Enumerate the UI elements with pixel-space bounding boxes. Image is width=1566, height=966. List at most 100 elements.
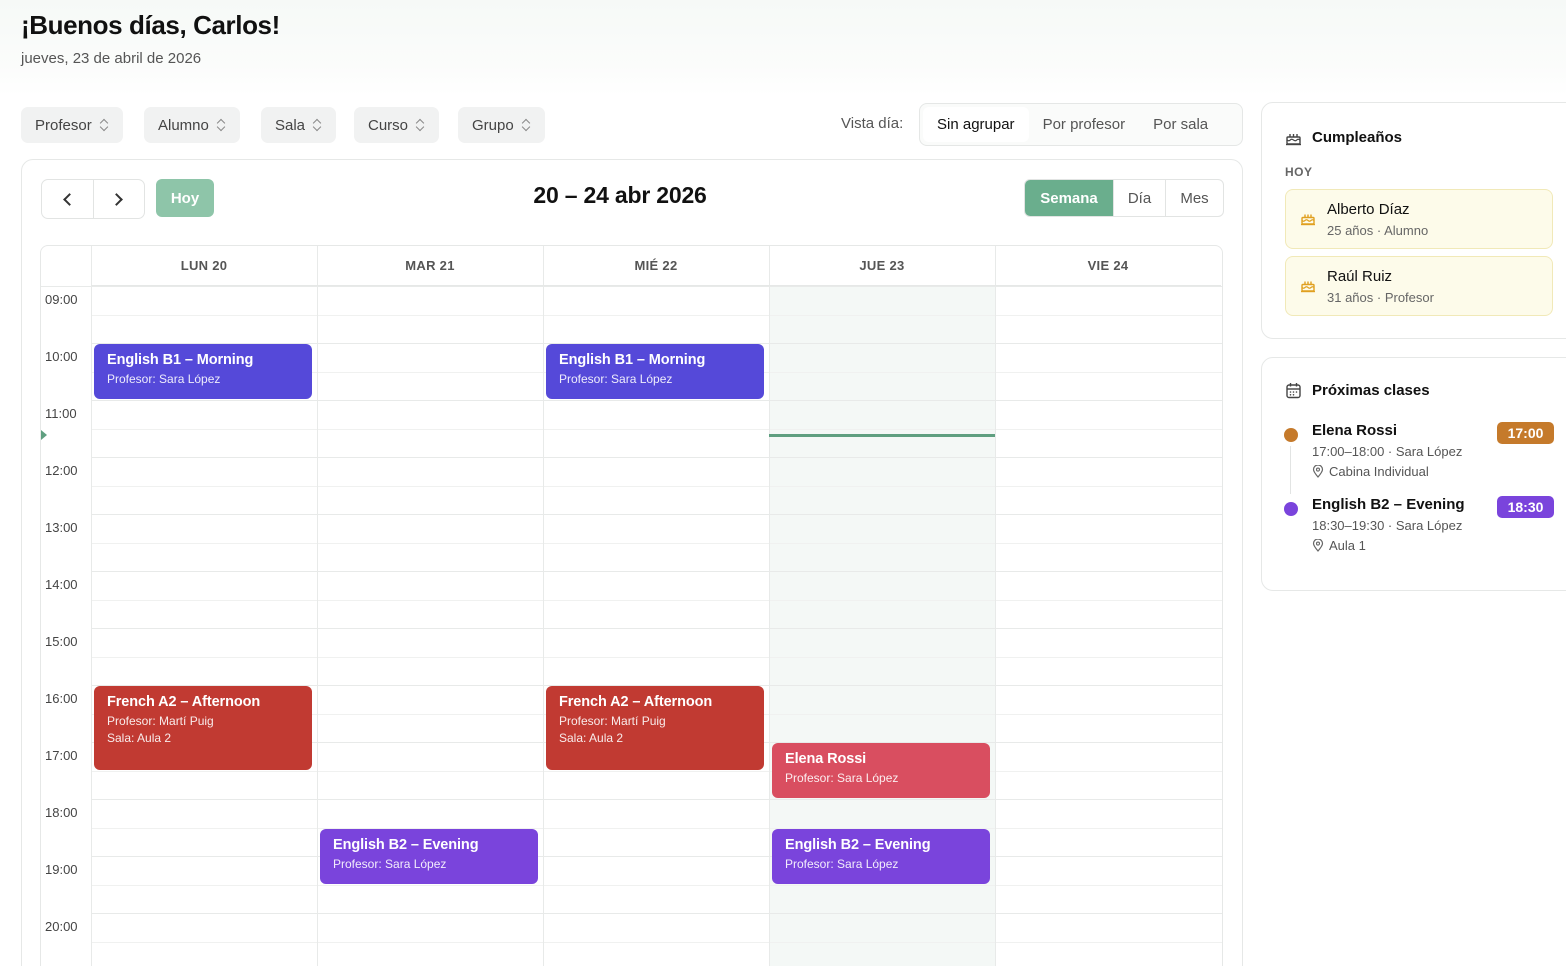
- cake-icon: [1301, 281, 1315, 293]
- current-date: jueves, 23 de abril de 2026: [21, 50, 202, 67]
- timeline-connector: [1290, 446, 1291, 494]
- filter-label: Profesor: [35, 116, 92, 134]
- upcoming-title: Próximas clases: [1312, 382, 1430, 399]
- event-detail: Profesor: Sara López: [785, 771, 899, 785]
- header-divider: [41, 286, 1222, 287]
- filter-label: Grupo: [472, 116, 514, 134]
- class-color-dot: [1284, 428, 1298, 442]
- time-label: 11:00: [45, 406, 77, 421]
- chevron-right-icon: [110, 192, 124, 206]
- calendar-event[interactable]: French A2 – Afternoon Profesor: Martí Pui…: [546, 686, 764, 770]
- cake-icon: [1286, 134, 1301, 146]
- mode-mes[interactable]: Mes: [1165, 180, 1223, 216]
- half-hour-line: [91, 770, 1222, 772]
- view-day-selector: Sin agrupar Por profesor Por sala: [919, 103, 1243, 146]
- event-title: English B2 – Evening: [333, 836, 479, 853]
- page-title: ¡Buenos días, Carlos!: [21, 10, 280, 40]
- calendar-event[interactable]: Elena Rossi Profesor: Sara López: [772, 743, 990, 798]
- time-label: 10:00: [45, 349, 78, 364]
- class-name: Elena Rossi: [1312, 422, 1398, 439]
- half-hour-line: [91, 485, 1222, 487]
- class-room: Aula 1: [1312, 538, 1366, 553]
- class-room-label: Cabina Individual: [1329, 464, 1429, 479]
- filter-label: Curso: [368, 116, 409, 134]
- previous-week-button[interactable]: [42, 180, 93, 218]
- birthday-card[interactable]: Alberto Díaz 25 años · Alumno: [1285, 189, 1553, 249]
- week-grid: 09:00 10:00 11:00 12:00 13:00 14:00 15:00 16:00…: [40, 245, 1223, 966]
- event-title: French A2 – Afternoon: [559, 694, 713, 710]
- half-hour-line: [91, 827, 1222, 829]
- week-navigation: [41, 179, 145, 219]
- hour-line: [91, 571, 1222, 572]
- class-time-teacher: 17:00–18:00 · Sara López: [1312, 444, 1463, 459]
- day-header: JUE 23: [769, 246, 995, 286]
- today-tag: HOY: [1285, 165, 1313, 179]
- upcoming-class-item[interactable]: English B2 – Evening 18:30–19:30 · Sara …: [1284, 496, 1559, 556]
- time-label: 13:00: [45, 520, 78, 535]
- view-option-por-profesor[interactable]: Por profesor: [1029, 107, 1140, 142]
- mode-semana[interactable]: Semana: [1025, 180, 1113, 216]
- event-title: English B2 – Evening: [785, 836, 931, 853]
- calendar-event[interactable]: English B2 – Evening Profesor: Sara López: [320, 828, 538, 884]
- birthdays-title: Cumpleaños: [1312, 129, 1403, 146]
- birthday-meta: 25 años · Alumno: [1327, 223, 1429, 238]
- upcoming-classes-panel: Próximas clases Elena Rossi 17:00–18:00 …: [1261, 357, 1566, 591]
- class-room: Cabina Individual: [1312, 464, 1429, 479]
- time-label: 09:00: [45, 292, 78, 307]
- event-title: Elena Rossi: [785, 751, 867, 767]
- filter-alumno[interactable]: Alumno: [144, 107, 240, 143]
- birthday-meta: 31 años · Profesor: [1327, 290, 1434, 305]
- chevron-up-down-icon: [100, 118, 109, 132]
- date-range-title: 20 – 24 abr 2026: [533, 182, 707, 208]
- day-header: LUN 20: [91, 246, 317, 286]
- location-pin-icon: [1312, 539, 1324, 552]
- filter-grupo[interactable]: Grupo: [458, 107, 545, 143]
- birthday-name: Raúl Ruiz: [1327, 268, 1393, 285]
- calendar-icon: [1286, 383, 1301, 399]
- birthdays-header: Cumpleaños: [1285, 129, 1402, 146]
- class-time-badge: 18:30: [1497, 496, 1554, 518]
- filter-sala[interactable]: Sala: [261, 107, 337, 143]
- time-label: 19:00: [45, 862, 78, 877]
- hour-line: [91, 514, 1222, 515]
- view-option-por-sala[interactable]: Por sala: [1139, 107, 1222, 142]
- event-detail: Profesor: Sara López: [785, 856, 899, 871]
- upcoming-class-item[interactable]: Elena Rossi 17:00–18:00 · Sara López Cab…: [1284, 422, 1559, 494]
- class-room-label: Aula 1: [1329, 538, 1366, 553]
- hour-line: [91, 799, 1222, 800]
- today-button[interactable]: Hoy: [156, 179, 214, 217]
- calendar-event[interactable]: English B1 – Morning Profesor: Sara López: [546, 344, 764, 399]
- day-column-divider: [769, 246, 770, 966]
- filter-profesor[interactable]: Profesor: [21, 107, 123, 143]
- hour-line: [91, 856, 1222, 857]
- birthday-name: Alberto Díaz: [1327, 201, 1410, 218]
- view-option-sin-agrupar[interactable]: Sin agrupar: [923, 107, 1029, 142]
- day-column-divider: [317, 246, 318, 966]
- filter-label: Alumno: [158, 116, 209, 134]
- day-column-divider: [543, 246, 544, 966]
- half-hour-line: [91, 656, 1222, 658]
- mode-dia[interactable]: Día: [1113, 180, 1165, 216]
- event-detail: Profesor: Sara López: [559, 372, 673, 386]
- time-column-divider: [91, 246, 92, 966]
- time-label: 18:00: [45, 805, 78, 820]
- event-title: English B1 – Morning: [107, 352, 254, 368]
- event-title: English B1 – Morning: [559, 352, 706, 368]
- calendar-event[interactable]: English B2 – Evening Profesor: Sara López: [772, 828, 990, 884]
- next-week-button[interactable]: [92, 180, 145, 218]
- birthday-card[interactable]: Raúl Ruiz 31 años · Profesor: [1285, 256, 1553, 316]
- calendar-event[interactable]: French A2 – Afternoon Profesor: Martí Pui…: [94, 686, 312, 770]
- location-pin-icon: [1312, 465, 1324, 478]
- hour-line: [91, 457, 1222, 458]
- calendar-mode-selector: Semana Día Mes: [1024, 179, 1224, 217]
- class-color-dot: [1284, 502, 1298, 516]
- half-hour-line: [91, 599, 1222, 601]
- day-column-divider: [995, 246, 996, 966]
- current-time-marker: [41, 430, 47, 441]
- calendar-event[interactable]: English B1 – Morning Profesor: Sara López: [94, 344, 312, 399]
- time-label: 15:00: [45, 634, 78, 649]
- filter-curso[interactable]: Curso: [354, 107, 440, 143]
- upcoming-header: Próximas clases: [1285, 382, 1430, 399]
- time-label: 20:00: [45, 919, 78, 934]
- class-time-teacher: 18:30–19:30 · Sara López: [1312, 518, 1463, 533]
